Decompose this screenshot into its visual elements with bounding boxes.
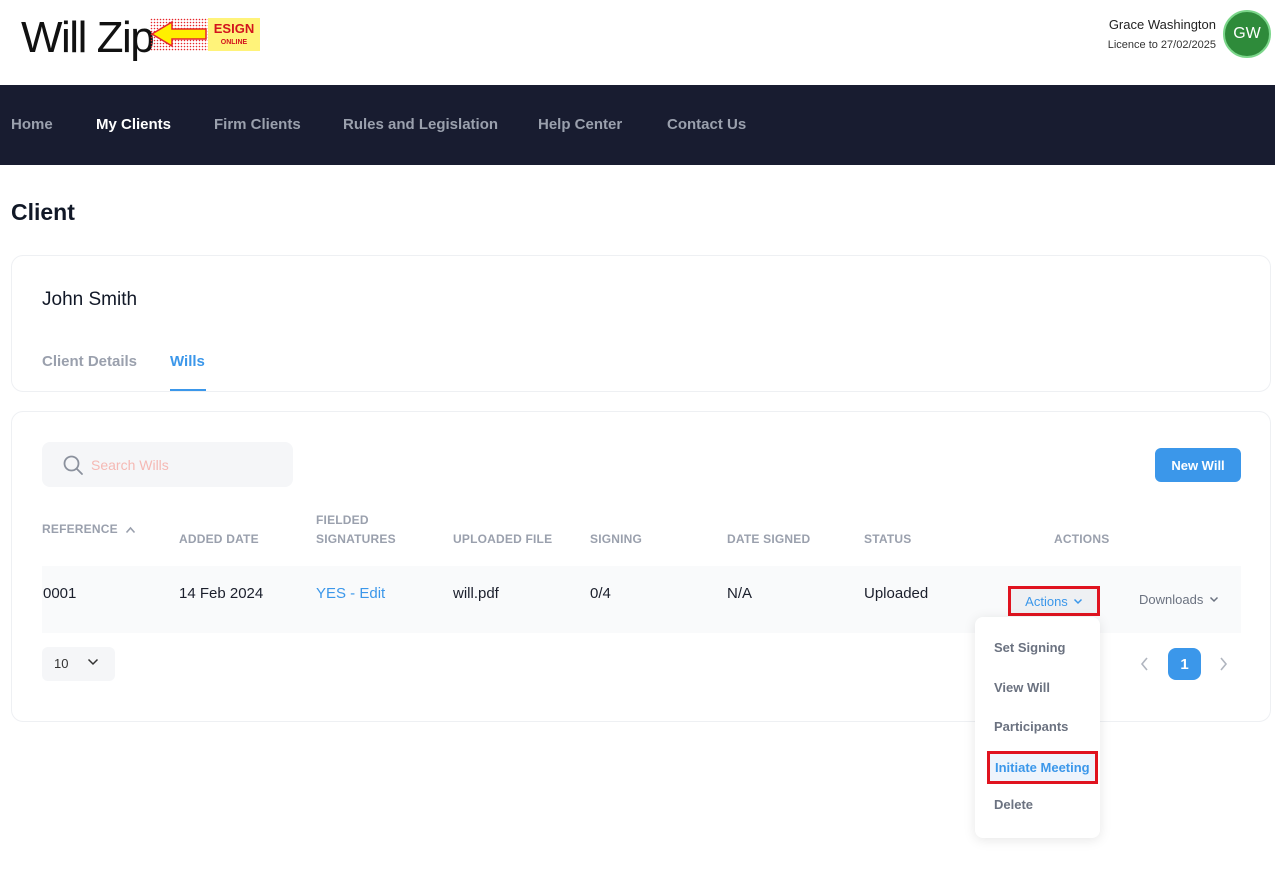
cell-reference: 0001 xyxy=(43,585,77,602)
previous-page-icon[interactable] xyxy=(1140,656,1150,672)
active-tab-indicator xyxy=(170,389,206,391)
menu-item-set-signing[interactable]: Set Signing xyxy=(994,640,1066,655)
cell-status: Uploaded xyxy=(864,585,929,602)
cell-signing: 0/4 xyxy=(590,585,611,602)
column-label-fielded: FIELDED xyxy=(316,513,369,527)
chevron-down-icon xyxy=(1210,596,1219,603)
menu-item-view-will[interactable]: View Will xyxy=(994,680,1050,695)
page-title: Client xyxy=(11,199,75,225)
cell-date-signed: N/A xyxy=(727,585,753,602)
chevron-down-icon xyxy=(1073,598,1082,604)
sort-asc-icon xyxy=(126,526,136,533)
column-header-status: STATUS xyxy=(864,532,912,546)
page-size-select[interactable]: 10 xyxy=(42,647,115,681)
menu-item-delete[interactable]: Delete xyxy=(994,797,1033,812)
user-info: Grace Washington Licence to 27/02/2025 xyxy=(1108,16,1216,53)
cell-uploaded-file: will.pdf xyxy=(453,585,499,602)
column-header-actions: ACTIONS xyxy=(1054,532,1110,546)
actions-dropdown-button[interactable]: Actions xyxy=(1008,586,1100,616)
client-card: John Smith Client Details Wills xyxy=(11,255,1271,392)
actions-button-label: Actions xyxy=(1025,593,1068,609)
actions-menu: Set Signing View Will Participants Initi… xyxy=(975,617,1100,838)
top-header: Will Zip ESIGN ONLINE Grace Washington L… xyxy=(0,0,1275,85)
avatar[interactable]: GW xyxy=(1223,10,1271,58)
nav-item-my-clients[interactable]: My Clients xyxy=(96,116,171,133)
nav-item-rules-and-legislation[interactable]: Rules and Legislation xyxy=(343,116,498,133)
search-icon xyxy=(63,455,83,475)
page-1-button[interactable]: 1 xyxy=(1168,648,1201,680)
cell-added-date: 14 Feb 2024 xyxy=(179,585,264,602)
licence-text: Licence to 27/02/2025 xyxy=(1107,39,1216,51)
nav-item-firm-clients[interactable]: Firm Clients xyxy=(214,116,301,133)
downloads-dropdown-button[interactable]: Downloads xyxy=(1139,592,1219,607)
app-logo[interactable]: Will Zip ESIGN ONLINE xyxy=(21,13,260,62)
nav-item-help-center[interactable]: Help Center xyxy=(538,116,622,133)
column-header-signing: SIGNING xyxy=(590,532,643,546)
menu-item-participants[interactable]: Participants xyxy=(994,719,1068,734)
nav-item-home[interactable]: Home xyxy=(11,116,53,133)
tab-client-details[interactable]: Client Details xyxy=(42,353,137,370)
column-header-fielded-signatures: FIELDED SIGNATURES xyxy=(316,511,396,549)
client-name: John Smith xyxy=(42,289,138,310)
page-size-value: 10 xyxy=(54,656,69,671)
column-header-date-signed: DATE SIGNED xyxy=(727,532,811,546)
search-box xyxy=(42,442,293,487)
column-label-signatures: SIGNATURES xyxy=(316,532,396,546)
tab-wills[interactable]: Wills xyxy=(170,353,205,370)
chevron-down-icon xyxy=(87,658,99,666)
downloads-button-label: Downloads xyxy=(1139,592,1204,607)
search-input[interactable] xyxy=(91,442,281,487)
column-header-reference[interactable]: REFERENCE xyxy=(42,520,136,539)
main-nav: Home My Clients Firm Clients Rules and L… xyxy=(0,85,1275,165)
svg-text:ONLINE: ONLINE xyxy=(221,39,248,46)
column-header-added-date: ADDED DATE xyxy=(179,532,259,546)
menu-item-initiate-meeting[interactable]: Initiate Meeting xyxy=(987,751,1098,784)
nav-item-contact-us[interactable]: Contact Us xyxy=(667,116,746,133)
esign-badge-logo: ESIGN ONLINE xyxy=(150,18,260,51)
next-page-icon[interactable] xyxy=(1218,656,1228,672)
svg-text:ESIGN: ESIGN xyxy=(214,21,254,36)
logo-text: Will Zip xyxy=(21,13,155,62)
column-label-reference: REFERENCE xyxy=(42,522,118,536)
column-header-uploaded-file: UPLOADED FILE xyxy=(453,532,553,546)
user-name: Grace Washington xyxy=(1108,17,1216,32)
new-will-button[interactable]: New Will xyxy=(1155,448,1241,482)
fielded-signatures-edit-link[interactable]: YES - Edit xyxy=(316,585,385,602)
